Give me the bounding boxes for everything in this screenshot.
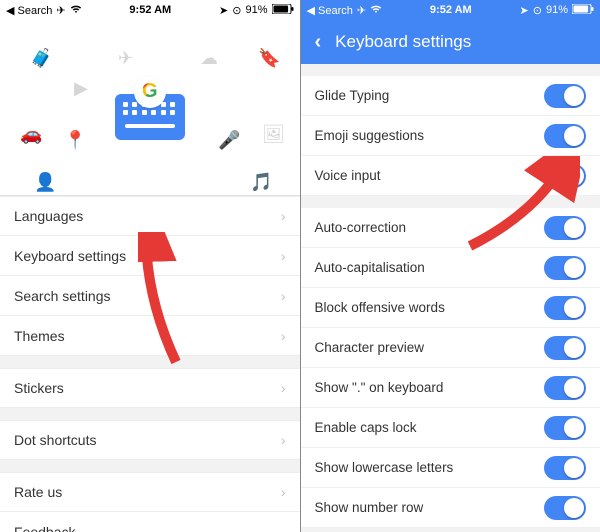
row-enable-caps-lock[interactable]: Enable caps lock [301,408,600,448]
image-icon: 🖼 [262,124,285,145]
chevron-right-icon: › [281,380,286,396]
row-label: Languages [14,208,83,224]
row-label: Auto-correction [315,220,407,235]
back-to-search[interactable]: ◀ Search [6,4,52,17]
row-label: Rate us [14,484,62,500]
battery-icon [272,4,294,17]
bookmark-icon: 🔖 [258,48,280,69]
page-title: Keyboard settings [335,32,471,52]
car-icon: 🚗 [20,124,42,145]
row-label: Character preview [315,340,425,355]
row-themes[interactable]: Themes › [0,316,300,356]
row-voice-input[interactable]: Voice input [301,156,600,196]
screen-gboard-main: ◀ Search ✈ 9:52 AM ➤ ⊙ 91% 🧳 ✈ ☁ [0,0,300,532]
row-label: Emoji suggestions [315,128,425,143]
toggle-list: Glide Typing Emoji suggestions Voice inp… [301,64,600,532]
play-icon: ▶ [74,78,88,99]
mic-icon: 🎤 [218,130,240,151]
location-icon: ➤ [219,4,228,17]
chevron-right-icon: › [281,432,286,448]
toggle-switch[interactable] [544,296,586,320]
toggle-switch[interactable] [544,256,586,280]
wifi-icon [370,4,382,17]
row-auto-correction[interactable]: Auto-correction [301,208,600,248]
row-auto-capitalisation[interactable]: Auto-capitalisation [301,248,600,288]
row-search-settings[interactable]: Search settings › [0,276,300,316]
row-label: Stickers [14,380,64,396]
clock: 9:52 AM [430,4,472,16]
row-show-number-row[interactable]: Show number row [301,488,600,528]
row-label: Block offensive words [315,300,445,315]
back-to-search[interactable]: ◀ Search [307,4,353,17]
settings-list: Languages › Keyboard settings › Search set… [0,196,300,532]
battery-icon [572,4,594,17]
row-show-period[interactable]: Show "." on keyboard [301,368,600,408]
row-languages[interactable]: Languages › [0,196,300,236]
row-dot-shortcuts[interactable]: Dot shortcuts › [0,420,300,460]
toggle-switch[interactable] [544,164,586,188]
row-label: Show "." on keyboard [315,380,444,395]
nav-header: ‹ Keyboard settings [301,20,600,64]
toggle-switch[interactable] [544,376,586,400]
row-block-offensive[interactable]: Block offensive words [301,288,600,328]
row-label: Auto-capitalisation [315,260,425,275]
briefcase-icon: 🧳 [30,48,52,69]
toggle-switch[interactable] [544,336,586,360]
location-icon: ➤ [520,4,529,17]
row-emoji-suggestions[interactable]: Emoji suggestions [301,116,600,156]
note-icon: 🎵 [250,172,272,193]
hero-banner: 🧳 ✈ ☁ 🔖 ▶ 🚗 📍 🎤 🖼 👤 🎵 G [0,20,300,196]
row-stickers[interactable]: Stickers › [0,368,300,408]
row-label: Show number row [315,500,424,515]
toggle-switch[interactable] [544,124,586,148]
battery-text: 91% [245,4,267,16]
pin-icon: 📍 [64,130,86,151]
chevron-right-icon: › [281,484,286,500]
wifi-icon [70,4,82,17]
row-label: Voice input [315,168,381,183]
row-label: Show lowercase letters [315,460,454,475]
toggle-switch[interactable] [544,416,586,440]
status-bar: ◀ Search ✈ 9:52 AM ➤ ⊙ 91% [301,0,600,20]
row-label: Glide Typing [315,88,390,103]
cloud-icon: ☁ [200,48,218,69]
clock: 9:52 AM [129,4,171,16]
status-bar: ◀ Search ✈ 9:52 AM ➤ ⊙ 91% [0,0,300,20]
toggle-switch[interactable] [544,84,586,108]
chevron-right-icon: › [281,208,286,224]
airplane-icon: ✈ [56,4,65,17]
row-label: Feedback [14,524,75,532]
row-show-lowercase[interactable]: Show lowercase letters [301,448,600,488]
toggle-switch[interactable] [544,216,586,240]
alarm-icon: ⊙ [533,4,542,17]
chevron-right-icon: › [281,248,286,264]
row-character-preview[interactable]: Character preview [301,328,600,368]
row-glide-typing[interactable]: Glide Typing [301,76,600,116]
row-rate-us[interactable]: Rate us › [0,472,300,512]
toggle-switch[interactable] [544,496,586,520]
row-keyboard-settings[interactable]: Keyboard settings › [0,236,300,276]
screen-keyboard-settings: ◀ Search ✈ 9:52 AM ➤ ⊙ 91% ‹ Keyboard se… [301,0,600,532]
chevron-right-icon: › [281,328,286,344]
chevron-right-icon: › [281,288,286,304]
person-icon: 👤 [34,172,56,193]
row-label: Themes [14,328,65,344]
row-label: Enable caps lock [315,420,417,435]
gboard-logo: G [115,76,185,140]
alarm-icon: ⊙ [232,4,241,17]
airplane-icon: ✈ [357,4,366,17]
row-feedback[interactable]: Feedback [0,512,300,532]
plane-icon: ✈ [118,48,133,69]
battery-text: 91% [546,4,568,16]
row-label: Dot shortcuts [14,432,96,448]
back-button[interactable]: ‹ [315,31,322,54]
row-label: Search settings [14,288,111,304]
toggle-switch[interactable] [544,456,586,480]
row-label: Keyboard settings [14,248,126,264]
